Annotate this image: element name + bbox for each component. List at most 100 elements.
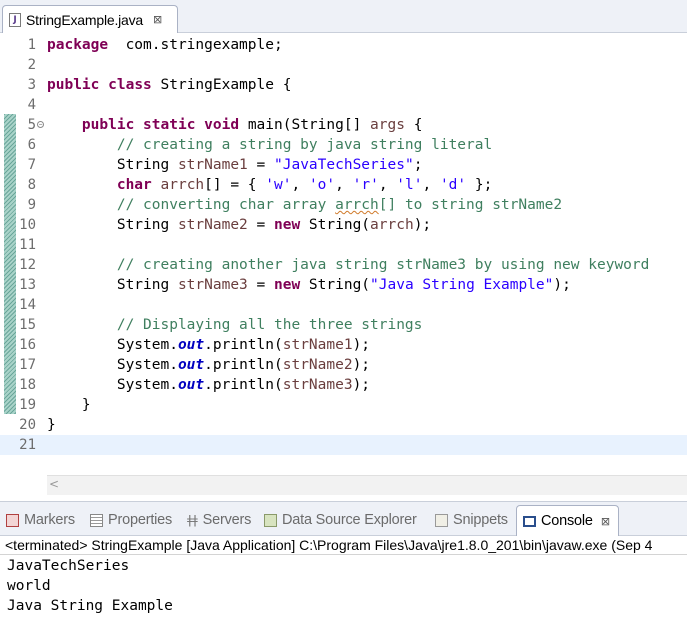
code-token: new <box>274 217 301 233</box>
code-token: public <box>81 117 135 133</box>
tab-snippets-label: Snippets <box>453 512 508 528</box>
code-token: // converting char array <box>116 197 336 213</box>
tab-console-label: Console <box>541 513 593 529</box>
code-token: ); <box>352 357 371 373</box>
code-token: [] to string strName2 <box>378 197 563 213</box>
code-token: static <box>143 117 196 133</box>
fold-toggle-icon[interactable]: − <box>37 121 44 128</box>
code-editor[interactable]: 1 package com.stringexample; 2 3 public clas… <box>0 33 687 478</box>
code-line[interactable]: 9 // converting char array arrch[] to st… <box>0 195 687 215</box>
tab-servers[interactable]: ǂǂ Servers <box>187 510 251 530</box>
code-line[interactable]: 3 public class StringExample { <box>0 75 687 95</box>
code-token: args <box>370 117 405 133</box>
line-number: 11 <box>19 237 36 253</box>
code-line[interactable]: 12 // creating another java string strNa… <box>0 255 687 275</box>
code-line[interactable]: 10 String strName2 = new String(arrch); <box>0 215 687 235</box>
line-number: 16 <box>19 337 36 353</box>
line-number: 12 <box>19 257 36 273</box>
code-text: // creating another java string strName3… <box>47 255 650 275</box>
line-number: 13 <box>19 277 36 293</box>
code-token: System. <box>47 377 178 393</box>
code-line[interactable]: 20} <box>0 415 687 435</box>
code-line[interactable]: 17 System.out.println(strName2); <box>0 355 687 375</box>
console-output[interactable]: JavaTechSeries world Java String Example <box>0 556 687 636</box>
code-token: } <box>47 417 56 433</box>
code-token: , <box>335 177 353 193</box>
code-text: System.out.println(strName2); <box>47 355 370 375</box>
code-text: // converting char array arrch[] to stri… <box>47 195 562 215</box>
code-line[interactable]: 11 <box>0 235 687 255</box>
code-line[interactable]: 1 package com.stringexample; <box>0 35 687 55</box>
code-line[interactable]: 15 // Displaying all the three strings <box>0 315 687 335</box>
scroll-left-arrow-icon[interactable]: < <box>49 477 59 491</box>
code-token: } <box>47 397 91 413</box>
code-token: ); <box>352 337 371 353</box>
code-token: com.stringexample; <box>108 37 283 53</box>
code-token: class <box>108 77 152 93</box>
code-line[interactable]: 16 System.out.println(strName1); <box>0 335 687 355</box>
tab-snippets[interactable]: Snippets <box>435 510 508 530</box>
code-line[interactable]: 18 System.out.println(strName3); <box>0 375 687 395</box>
code-token: package <box>47 37 109 53</box>
code-token: String <box>47 217 178 233</box>
code-text: // creating a string by java string lite… <box>47 135 492 155</box>
code-text: char arrch[] = { 'w', 'o', 'r', 'l', 'd'… <box>47 175 493 195</box>
code-token: }; <box>466 177 493 193</box>
code-line[interactable]: 19 } <box>0 395 687 415</box>
code-text: } <box>47 395 91 415</box>
code-token: .println( <box>204 377 283 393</box>
code-token: arrch <box>335 197 379 213</box>
line-number: 19 <box>19 397 36 413</box>
properties-icon <box>90 513 103 527</box>
code-token: String( <box>300 217 371 233</box>
data-source-explorer-icon <box>264 513 277 527</box>
line-number: 7 <box>27 157 36 173</box>
code-token: ; <box>413 157 423 173</box>
code-line[interactable]: 14 <box>0 295 687 315</box>
tab-properties-label: Properties <box>108 512 173 528</box>
code-line[interactable]: 5− public static void main(String[] args… <box>0 115 687 135</box>
console-output-line: Java String Example <box>7 598 173 614</box>
code-token: = <box>247 277 274 293</box>
code-line[interactable]: 2 <box>0 55 687 75</box>
code-token: [] = { <box>204 177 266 193</box>
code-token: String( <box>300 277 371 293</box>
tab-console[interactable]: Console ⊠ <box>516 505 619 536</box>
code-token: strName3 <box>282 377 353 393</box>
line-number: 21 <box>19 437 36 453</box>
horizontal-scrollbar[interactable]: < <box>47 475 687 495</box>
code-line[interactable]: 21 <box>0 435 687 455</box>
code-line[interactable]: 13 String strName3 = new String("Java St… <box>0 275 687 295</box>
code-token: String <box>47 277 178 293</box>
code-token: System. <box>47 357 178 373</box>
tab-properties[interactable]: Properties <box>90 510 172 530</box>
snippets-icon <box>435 513 448 527</box>
editor-tab-stringexample[interactable]: J StringExample.java ⊠ <box>2 5 178 33</box>
code-token: , <box>422 177 440 193</box>
code-text: public class StringExample { <box>47 75 291 95</box>
editor-tab-bar: J StringExample.java ⊠ <box>0 0 687 33</box>
code-token: 'r' <box>352 177 379 193</box>
line-number: 18 <box>19 377 36 393</box>
servers-icon: ǂǂ <box>187 512 198 527</box>
code-token: char <box>116 177 152 193</box>
java-file-icon: J <box>9 12 21 27</box>
code-text: System.out.println(strName3); <box>47 375 370 395</box>
tab-markers[interactable]: Markers <box>6 510 75 530</box>
code-token: main(String[] <box>239 117 371 133</box>
console-close-icon[interactable]: ⊠ <box>601 515 610 528</box>
code-token: strName2 <box>282 357 353 373</box>
close-icon[interactable]: ⊠ <box>153 13 162 26</box>
code-line[interactable]: 8 char arrch[] = { 'w', 'o', 'r', 'l', '… <box>0 175 687 195</box>
code-line[interactable]: 6 // creating a string by java string li… <box>0 135 687 155</box>
tab-servers-label: Servers <box>202 512 252 528</box>
code-line[interactable]: 4 <box>0 95 687 115</box>
tab-data-source-explorer[interactable]: Data Source Explorer <box>264 510 417 530</box>
tab-data-source-explorer-label: Data Source Explorer <box>282 512 417 528</box>
code-line[interactable]: 7 String strName1 = "JavaTechSeries"; <box>0 155 687 175</box>
